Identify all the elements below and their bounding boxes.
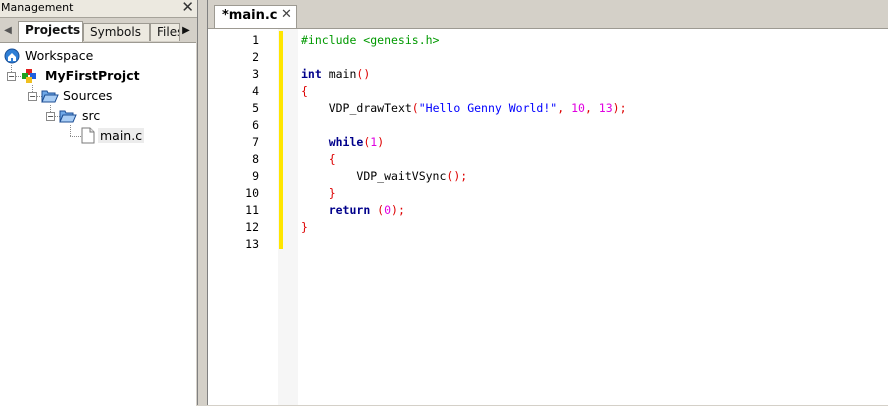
management-panel: Management ✕ ◀ Projects Symbols Files ▶ … <box>0 0 197 406</box>
operator: ); <box>612 101 627 115</box>
operator: ); <box>391 203 405 217</box>
preprocessor-directive: #include <genesis.h> <box>301 33 440 47</box>
keyword: return <box>328 203 371 217</box>
workspace-globe-icon <box>4 48 20 64</box>
operator: , <box>557 101 572 115</box>
identifier: VDP_waitVSync <box>356 169 447 183</box>
splitter-edge <box>197 0 198 405</box>
line-number: 6 <box>252 118 259 132</box>
code-line-9: VDP_waitVSync(); <box>301 169 467 183</box>
project-tree: Workspace − MyFirstProjct − Sources − sr… <box>0 42 196 406</box>
number-literal: 13 <box>598 101 613 115</box>
line-number: 2 <box>252 50 259 64</box>
code-line-5: VDP_drawText("Hello Genny World!", 10, 1… <box>301 101 627 115</box>
line-number: 4 <box>252 84 259 98</box>
open-folder-icon <box>41 90 59 103</box>
tree-item-sources[interactable]: − Sources <box>28 87 138 105</box>
tree-item-src[interactable]: − src <box>46 107 116 125</box>
operator: () <box>356 67 371 81</box>
code-line-7: while(1) <box>301 135 384 149</box>
tree-connector <box>70 136 81 137</box>
operator: { <box>301 84 308 98</box>
operator: , <box>584 101 599 115</box>
code-line-1: #include <genesis.h> <box>301 33 439 47</box>
collapse-icon[interactable]: − <box>46 112 55 121</box>
tab-scroll-right-icon[interactable]: ▶ <box>180 24 192 38</box>
open-folder-icon <box>59 110 77 123</box>
line-number: 3 <box>252 67 259 81</box>
tree-label-workspace: Workspace <box>25 48 94 63</box>
identifier: VDP_drawText <box>328 101 412 115</box>
tree-item-main-c[interactable]: main.c <box>81 127 151 145</box>
operator: ( <box>370 203 385 217</box>
management-title-bar: Management ✕ <box>0 0 197 18</box>
operator: ) <box>377 135 385 149</box>
tree-label-main-c: main.c <box>98 128 145 143</box>
line-number: 9 <box>252 169 259 183</box>
number-literal: 0 <box>384 203 392 217</box>
line-number: 8 <box>252 152 259 166</box>
tree-label-sources: Sources <box>63 88 113 103</box>
code-line-3: int main() <box>301 67 370 81</box>
line-number: 7 <box>252 135 259 149</box>
line-number: 10 <box>245 186 259 200</box>
editor-tab-main-c[interactable]: *main.c ✕ <box>214 5 297 28</box>
management-title: Management <box>1 1 74 14</box>
project-icon <box>22 69 36 83</box>
keyword: while <box>328 135 364 149</box>
editor-tab-label: *main.c <box>222 8 278 23</box>
operator: } <box>328 186 336 200</box>
code-text-area[interactable]: #include <genesis.h> int main() { VDP_dr… <box>298 29 888 405</box>
tab-files[interactable]: Files <box>150 23 180 41</box>
management-close-icon[interactable]: ✕ <box>181 0 194 16</box>
line-number: 11 <box>245 203 259 217</box>
tab-projects[interactable]: Projects <box>18 21 83 42</box>
tab-scroll-left-icon[interactable]: ◀ <box>2 24 14 38</box>
operator: } <box>301 220 308 234</box>
line-number: 12 <box>245 220 259 234</box>
line-number-gutter: 1 2 3 4 5 6 7 8 9 10 11 12 13 <box>208 29 278 405</box>
operator: { <box>328 152 336 166</box>
code-line-12: } <box>301 220 308 234</box>
collapse-icon[interactable]: − <box>7 72 16 81</box>
code-line-8: { <box>301 152 336 166</box>
management-tab-bar: ◀ Projects Symbols Files ▶ <box>0 20 197 43</box>
c-file-icon <box>81 127 95 144</box>
code-line-11: return (0); <box>301 203 405 217</box>
tree-connector <box>70 125 71 136</box>
editor-tab-close-icon[interactable]: ✕ <box>281 7 292 22</box>
line-number: 1 <box>252 33 259 47</box>
tree-item-workspace[interactable]: Workspace <box>4 47 114 65</box>
tab-symbols[interactable]: Symbols <box>83 23 150 41</box>
tree-label-src: src <box>82 108 101 123</box>
identifier: main <box>321 67 357 81</box>
collapse-icon[interactable]: − <box>28 92 37 101</box>
code-editor: *main.c ✕ 1 2 3 4 5 6 7 8 9 10 11 12 13 … <box>208 0 888 405</box>
operator: ( <box>411 101 419 115</box>
code-line-4: { <box>301 84 308 98</box>
changed-lines-marker <box>279 31 283 249</box>
line-number: 13 <box>245 237 259 251</box>
code-line-10: } <box>301 186 336 200</box>
line-number: 5 <box>252 101 259 115</box>
operator: (); <box>446 169 468 183</box>
string-literal: "Hello Genny World!" <box>418 101 558 115</box>
editor-tab-bar: *main.c ✕ <box>208 0 888 29</box>
number-literal: 10 <box>571 101 585 115</box>
tree-item-project[interactable]: − MyFirstProjct <box>7 67 147 85</box>
tree-label-project: MyFirstProjct <box>45 68 140 83</box>
keyword: int <box>301 67 322 81</box>
